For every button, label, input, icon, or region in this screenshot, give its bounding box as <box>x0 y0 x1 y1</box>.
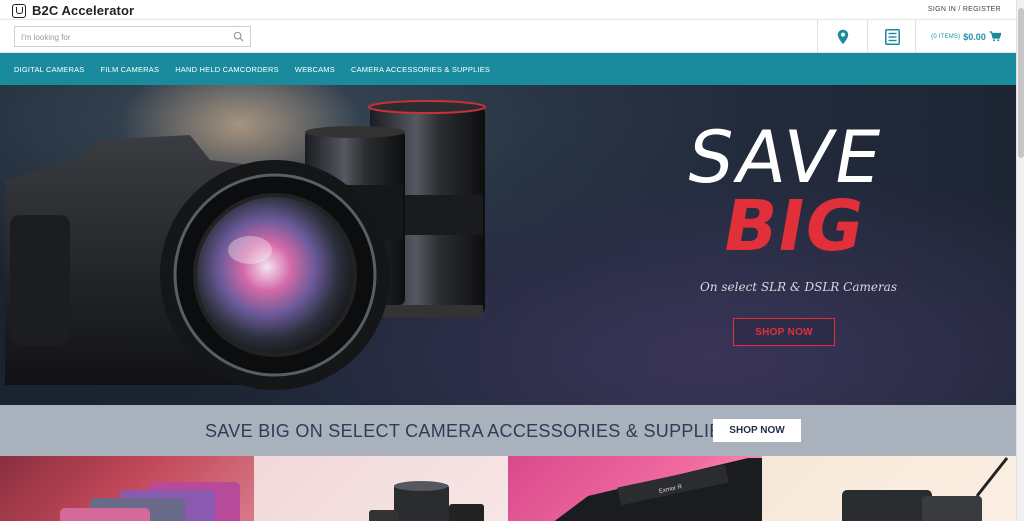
brand-icon <box>12 3 26 18</box>
tile-digital-cameras[interactable] <box>0 456 254 521</box>
category-nav: DIGITAL CAMERAS FILM CAMERAS HAND HELD C… <box>0 53 1016 85</box>
list-icon <box>884 28 900 45</box>
brand-name: B2C Accelerator <box>32 3 135 18</box>
sign-in-register-link[interactable]: SIGN IN / REGISTER <box>928 6 1001 13</box>
map-pin-icon <box>837 29 849 44</box>
shopping-cart-icon <box>989 31 1001 42</box>
search-box <box>14 26 251 47</box>
search-input[interactable] <box>15 28 225 47</box>
mini-cart[interactable]: (0 ITEMS) $0.00 <box>916 20 1016 53</box>
scrollbar-thumb[interactable] <box>1018 8 1024 158</box>
hero-title-save: SAVE <box>680 115 890 199</box>
page-scrollbar[interactable] <box>1016 0 1024 521</box>
tile-accessories[interactable] <box>762 456 1016 521</box>
nav-item-film-cameras[interactable]: FILM CAMERAS <box>101 65 160 74</box>
promo-shop-now-button[interactable]: SHOP NOW <box>713 419 801 442</box>
cart-total: $0.00 <box>963 31 986 42</box>
nav-item-camera-accessories[interactable]: CAMERA ACCESSORIES & SUPPLIES <box>351 65 490 74</box>
cart-item-count: (0 ITEMS) <box>931 33 961 40</box>
hero-subtitle: On select SLR & DSLR Cameras <box>700 280 897 294</box>
promo-banner: SAVE BIG ON SELECT CAMERA ACCESSORIES & … <box>0 405 1016 456</box>
nav-item-hand-held-camcorders[interactable]: HAND HELD CAMCORDERS <box>175 65 279 74</box>
camcorder-image: Exmor R <box>554 458 762 521</box>
lenses-image <box>369 481 484 521</box>
nav-item-webcams[interactable]: WEBCAMS <box>295 65 335 74</box>
hero-banner[interactable]: SAVE BIG On select SLR & DSLR Cameras SH… <box>0 85 1016 405</box>
hero-shop-now-button[interactable]: SHOP NOW <box>733 318 835 346</box>
accessories-image <box>842 457 1009 521</box>
site-logo[interactable]: B2C Accelerator <box>12 3 134 18</box>
promo-text: SAVE BIG ON SELECT CAMERA ACCESSORIES & … <box>205 421 734 441</box>
category-tiles: Exmor R <box>0 456 1016 521</box>
nav-item-digital-cameras[interactable]: DIGITAL CAMERAS <box>14 65 85 74</box>
compact-cameras-image <box>60 482 240 521</box>
tile-lenses[interactable] <box>254 456 508 521</box>
search-icon[interactable] <box>233 31 244 42</box>
hero-title-big: BIG <box>716 185 872 267</box>
top-bar: B2C Accelerator SIGN IN / REGISTER <box>0 0 1016 20</box>
store-finder-button[interactable] <box>818 20 868 53</box>
quick-order-button[interactable] <box>868 20 916 53</box>
camera-lenses-image <box>5 85 486 390</box>
search-row: (0 ITEMS) $0.00 <box>0 20 1016 53</box>
tile-camcorders[interactable]: Exmor R <box>508 456 762 521</box>
